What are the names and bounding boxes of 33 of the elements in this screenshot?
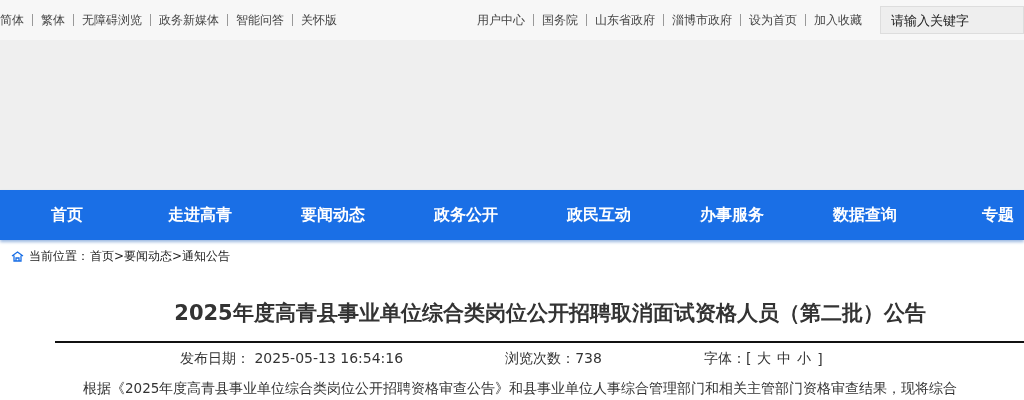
font-size-label: 字体：[ [703,350,752,368]
nav-item[interactable]: 要闻动态 [266,204,399,226]
nav-item[interactable]: 政务公开 [399,204,532,226]
top-link[interactable]: 繁体 [41,11,65,29]
nav-item[interactable]: 首页 [0,204,133,226]
article-paragraph: 根据《2025年度高青县事业单位综合类岗位公开招聘资格审查公告》和县事业单位人事综合管理部门和相关主管部门资格审查结果，现将综合 [83,380,959,398]
top-link[interactable]: 关怀版 [301,11,337,29]
font-size-link[interactable]: 小 [797,350,812,368]
font-size-link[interactable]: 大 [757,350,772,368]
top-link[interactable]: 国务院 [542,11,578,29]
top-link[interactable]: 用户中心 [477,11,525,29]
breadcrumb-path: 首页>要闻动态>通知公告 [90,248,231,265]
view-count: 浏览次数：738 [505,350,602,368]
top-link[interactable]: 设为首页 [749,11,797,29]
home-icon [11,251,24,262]
nav-item[interactable]: 政民互动 [532,204,665,226]
top-link[interactable]: 山东省政府 [595,11,655,29]
article-title: 2025年度高青县事业单位综合类岗位公开招聘取消面试资格人员（第二批）公告 [55,299,1024,343]
nav-item[interactable]: 办事服务 [665,204,798,226]
nav-item[interactable]: 走进高青 [133,204,266,226]
top-link[interactable]: 简体 [0,11,24,29]
top-link[interactable]: 无障碍浏览 [82,11,142,29]
publish-date: 发布日期： 2025-05-13 16:54:16 [180,350,404,368]
top-link[interactable]: 政务新媒体 [159,11,219,29]
top-link[interactable]: 加入收藏 [814,11,862,29]
top-link[interactable]: 淄博市政府 [672,11,732,29]
search-field[interactable]: 请输入关键字 [880,6,1024,34]
font-size-link[interactable]: 中 [777,350,792,368]
breadcrumb-label: 当前位置： [29,248,89,265]
bracket-text: ] [817,351,823,367]
nav-item[interactable]: 数据查询 [798,204,931,226]
top-link[interactable]: 智能问答 [236,11,284,29]
nav-item[interactable]: 专题 [931,204,1024,226]
